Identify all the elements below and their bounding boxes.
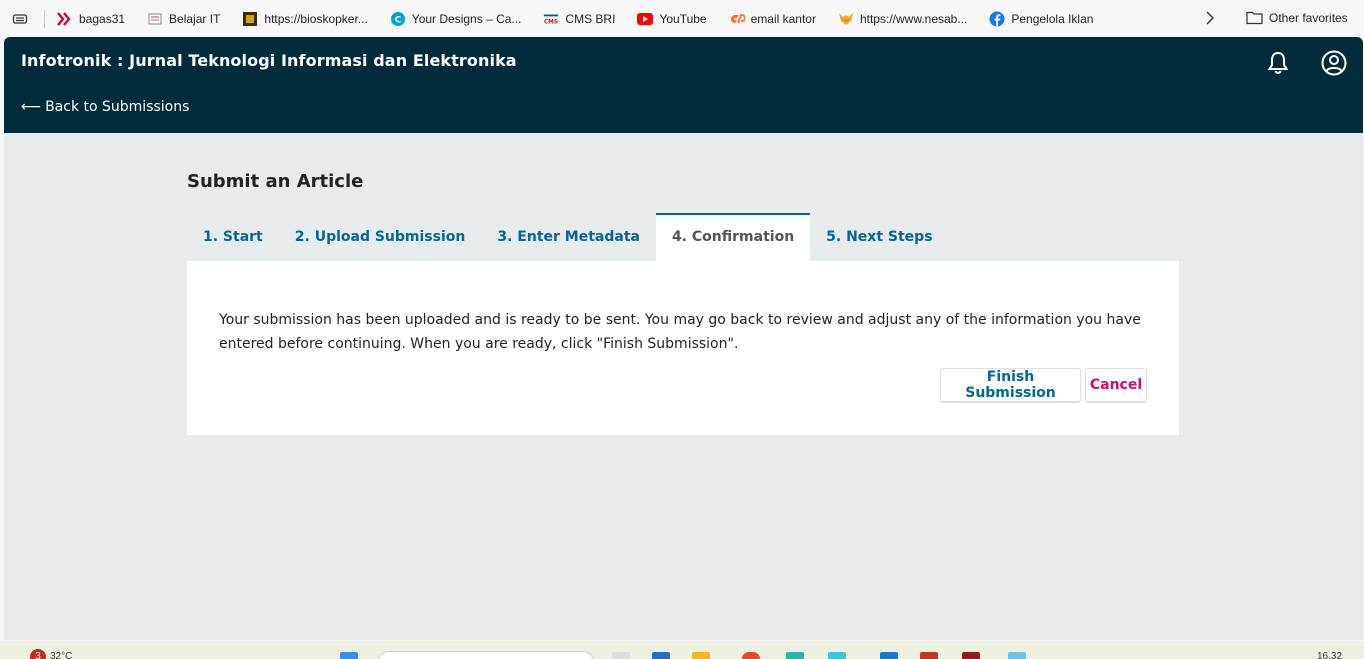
- cancel-button[interactable]: Cancel: [1085, 368, 1147, 402]
- svg-text:C: C: [394, 15, 401, 25]
- back-to-submissions-label: Back to Submissions: [45, 99, 190, 115]
- facebook-icon: [989, 11, 1005, 27]
- bookmark-label: CMS BRI: [565, 11, 616, 26]
- bookmark-bioskop[interactable]: https://bioskopker...: [242, 11, 368, 27]
- bookmark-nesab[interactable]: https://www.nesab...: [838, 11, 967, 27]
- finish-submission-button[interactable]: Finish Submission: [940, 368, 1081, 402]
- bioskop-icon: [242, 11, 258, 27]
- bookmark-label: email kantor: [750, 11, 816, 26]
- journal-title[interactable]: Infotronik : Jurnal Teknologi Informasi …: [21, 51, 517, 70]
- app-icon[interactable]: [1008, 652, 1026, 659]
- bookmark-cms-bri[interactable]: CMS CMS BRI: [543, 11, 615, 27]
- svg-text:CMS: CMS: [544, 19, 558, 25]
- bookmark-email-kantor[interactable]: email kantor: [729, 11, 816, 27]
- other-favorites-label: Other favorites: [1269, 11, 1348, 25]
- tab-enter-metadata[interactable]: 3. Enter Metadata: [481, 213, 656, 261]
- tab-start[interactable]: 1. Start: [187, 213, 279, 261]
- store-icon[interactable]: [786, 652, 804, 659]
- bookmark-label: bagas31: [79, 11, 126, 26]
- user-profile-icon[interactable]: [1320, 49, 1348, 77]
- bookmark-pengelola-iklan[interactable]: Pengelola Iklan: [989, 11, 1093, 27]
- page-title: Submit an Article: [187, 171, 364, 192]
- clock-time[interactable]: 16.32: [1317, 651, 1342, 659]
- cms-bri-icon: CMS: [543, 11, 559, 27]
- folder-icon: [1246, 10, 1263, 26]
- bookmark-label: https://www.nesab...: [859, 11, 968, 26]
- bell-icon[interactable]: [1264, 49, 1292, 77]
- fox-icon: [838, 11, 854, 27]
- chrome-icon[interactable]: [742, 652, 760, 659]
- bookmark-label: Pengelola Iklan: [1011, 11, 1094, 26]
- task-view-icon[interactable]: [612, 652, 630, 659]
- chevron-right-icon[interactable]: [1203, 10, 1217, 26]
- weather-temperature[interactable]: 32°C: [50, 651, 72, 659]
- tab-confirmation[interactable]: 4. Confirmation: [655, 213, 811, 261]
- app-header: Infotronik : Jurnal Teknologi Informasi …: [4, 37, 1363, 133]
- bookmark-canva[interactable]: C Your Designs – Ca...: [390, 11, 522, 27]
- canva-icon: C: [390, 11, 406, 27]
- confirmation-panel: Your submission has been uploaded and is…: [187, 261, 1179, 435]
- weather-badge[interactable]: 3: [30, 649, 46, 659]
- bookmark-belajar-it[interactable]: Belajar IT: [147, 11, 220, 27]
- bookmark-label: Your Designs – Ca...: [411, 11, 522, 26]
- favorites-separator: [44, 9, 45, 28]
- bookmark-other-favorites[interactable]: Other favorites: [1246, 10, 1348, 26]
- bookmark-label: YouTube: [659, 11, 707, 26]
- taskbar-search-box[interactable]: [378, 651, 594, 659]
- windows-start-icon[interactable]: [340, 652, 358, 659]
- file-explorer-icon[interactable]: [692, 652, 710, 659]
- windows-taskbar: 3 32°C 16.32: [0, 641, 1364, 659]
- confirmation-message: Your submission has been uploaded and is…: [219, 312, 1141, 352]
- bagas31-icon: [57, 11, 73, 27]
- app-icon[interactable]: [880, 652, 898, 659]
- tab-actions-icon[interactable]: [10, 9, 30, 29]
- bookmark-label: Belajar IT: [169, 11, 221, 26]
- wizard-tabs: 1. Start 2. Upload Submission 3. Enter M…: [187, 213, 949, 261]
- favorites-bar: bagas31 Belajar IT https://bioskopker...…: [0, 0, 1364, 37]
- belajar-it-icon: [147, 11, 163, 27]
- bookmark-youtube[interactable]: YouTube: [637, 11, 707, 27]
- edge-icon[interactable]: [652, 652, 670, 659]
- app-viewport: Infotronik : Jurnal Teknologi Informasi …: [4, 37, 1363, 640]
- arrow-left-icon: ⟵: [21, 99, 42, 115]
- app-icon[interactable]: [962, 652, 980, 659]
- bookmark-label: https://bioskopker...: [264, 11, 368, 26]
- tab-next-steps[interactable]: 5. Next Steps: [810, 213, 948, 261]
- app-icon[interactable]: [920, 652, 938, 659]
- tab-upload-submission[interactable]: 2. Upload Submission: [279, 213, 482, 261]
- app-icon[interactable]: [828, 652, 846, 659]
- youtube-icon: [637, 11, 654, 27]
- back-to-submissions-link[interactable]: ⟵ Back to Submissions: [21, 99, 189, 115]
- cpanel-icon: [729, 11, 745, 27]
- bookmark-bagas31[interactable]: bagas31: [57, 11, 125, 27]
